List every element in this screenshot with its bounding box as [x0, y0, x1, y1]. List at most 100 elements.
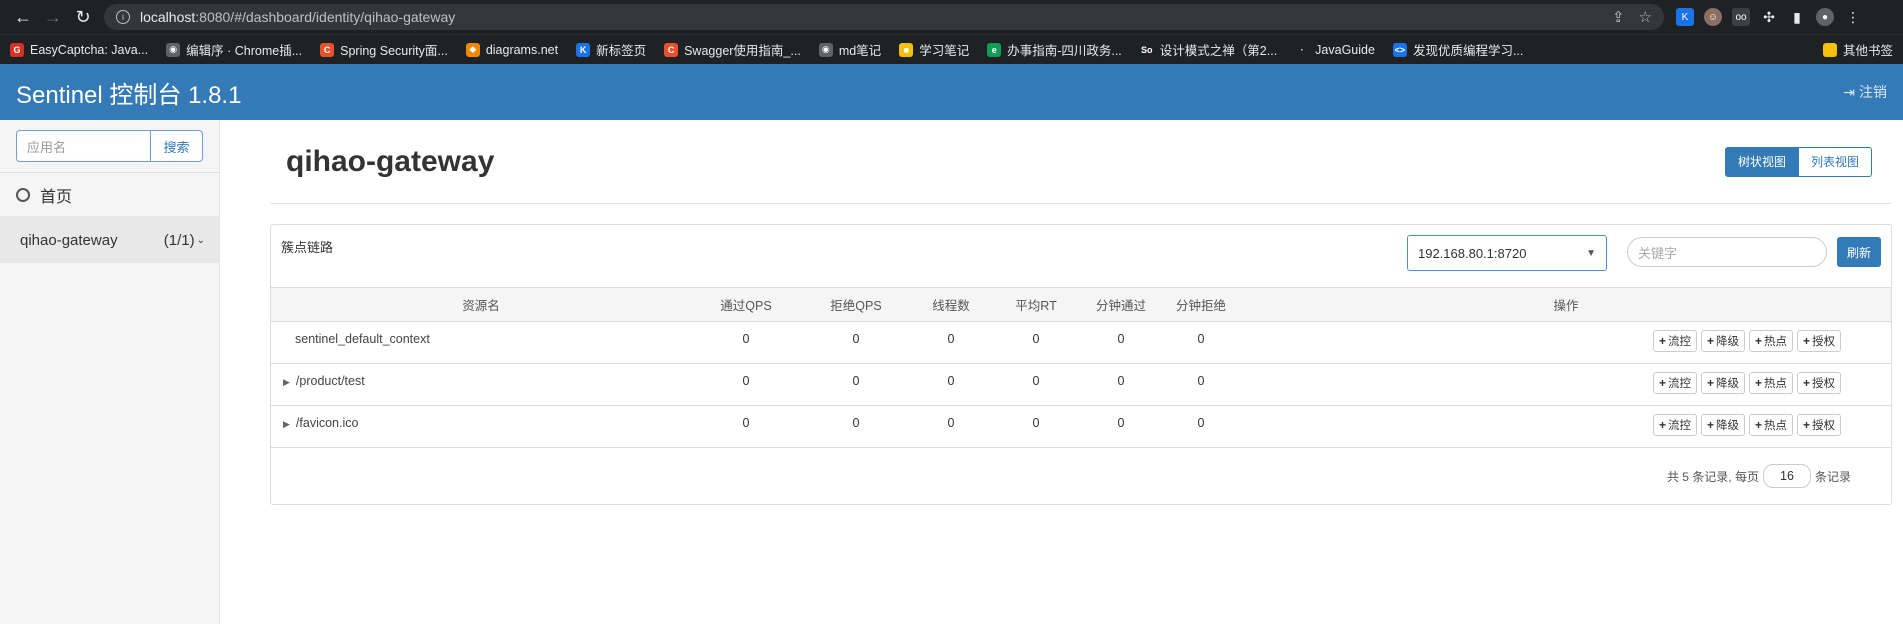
app-search-input[interactable]: 应用名 [16, 130, 150, 162]
bookmark-item[interactable]: ◉ 编辑序 · Chrome插... [166, 40, 302, 59]
plus-icon: + [1802, 376, 1810, 390]
resource-name-cell: ▶ /favicon.ico [271, 406, 691, 448]
main-content: qihao-gateway 树状视图 列表视图 簇点链路 192.168.80.… [220, 120, 1903, 624]
refresh-button[interactable]: 刷新 [1836, 237, 1881, 267]
bookmark-item[interactable]: C Spring Security面... [320, 40, 448, 59]
degrade-rule-button[interactable]: + 降级 [1700, 330, 1745, 352]
reload-icon[interactable]: ↻ [68, 2, 98, 32]
table-row: ▶/favicon.ico 0 0 0 0 0 0 + 流控 + 降级 + 热点 + 授权 [271, 406, 1891, 448]
op-label: 降级 [1715, 420, 1739, 432]
hotspot-rule-button[interactable]: + 热点 [1748, 372, 1793, 394]
auth-rule-button[interactable]: + 授权 [1796, 372, 1841, 394]
extensions-puzzle-icon[interactable]: ✣ [1760, 8, 1778, 26]
bookmark-item[interactable]: G EasyCaptcha: Java... [10, 42, 148, 57]
degrade-rule-button[interactable]: + 降级 [1700, 372, 1745, 394]
machine-select[interactable]: 192.168.80.1:8720 ▼ [1406, 235, 1607, 271]
bookmark-item[interactable]: So 设计模式之禅（第2... [1139, 40, 1278, 59]
flow-rule-button[interactable]: + 流控 [1652, 330, 1697, 352]
bookmark-item[interactable]: C Swagger使用指南_... [664, 40, 801, 59]
expand-triangle-icon[interactable]: ▶ [283, 419, 290, 429]
metric-cell: 0 [947, 332, 955, 346]
sidebar-app-count: (1/1) [163, 231, 195, 249]
bookmark-item[interactable]: ◆ diagrams.net [465, 42, 559, 57]
expand-triangle-icon[interactable]: ▶ [283, 377, 290, 387]
bookmark-item[interactable]: K 新标签页 [576, 40, 646, 59]
op-label: 流控 [1667, 420, 1691, 432]
column-header: 平均RT [991, 287, 1081, 322]
plus-icon: + [1754, 376, 1762, 390]
extension-k-icon[interactable]: K [1676, 8, 1694, 26]
bookmark-label: 设计模式之禅（第2... [1159, 44, 1278, 58]
plus-icon: + [1754, 334, 1762, 348]
resource-panel: 簇点链路 192.168.80.1:8720 ▼ 关键字 刷新 资源名 通过QPS… [270, 224, 1892, 505]
share-icon[interactable]: ⇪ [1612, 8, 1625, 26]
plus-icon: + [1706, 376, 1714, 390]
bookmark-label: 发现优质编程学习... [1412, 44, 1524, 58]
menu-dots-icon[interactable]: ⋮ [1844, 8, 1862, 26]
bookmark-label: 新标签页 [596, 44, 647, 58]
dashboard-icon [16, 187, 30, 202]
op-label: 热点 [1763, 336, 1787, 348]
op-label: 热点 [1763, 378, 1787, 390]
logout-icon: ⇥ [1843, 83, 1855, 100]
address-bar[interactable]: i localhost :8080/#/dashboard/identity/q… [104, 4, 1664, 30]
bookmark-item[interactable]: <> 发现优质编程学习... [1392, 40, 1524, 59]
view-toggle: 树状视图 列表视图 [1724, 146, 1872, 177]
bookmark-favicon-icon: · [1295, 42, 1310, 57]
flow-rule-button[interactable]: + 流控 [1652, 372, 1697, 394]
search-button[interactable]: 搜索 [149, 130, 203, 162]
degrade-rule-button[interactable]: + 降级 [1700, 414, 1745, 436]
side-panel-icon[interactable]: ▮ [1788, 8, 1806, 26]
metric-cell: 0 [1117, 332, 1125, 346]
other-bookmarks-label: 其他书签 [1842, 44, 1893, 58]
sidebar-item-home[interactable]: 首页 [0, 173, 219, 217]
op-label: 降级 [1715, 378, 1739, 390]
profile-avatar-icon[interactable]: ● [1816, 8, 1834, 26]
operations-cell: + 流控 + 降级 + 热点 + 授权 [1241, 406, 1891, 448]
bookmark-item[interactable]: e 办事指南-四川政务... [987, 40, 1122, 59]
logout-link[interactable]: ⇥ 注销 [1843, 82, 1887, 102]
sidebar-app-name: qihao-gateway [20, 231, 118, 249]
bookmark-item[interactable]: ◉ md笔记 [818, 40, 881, 59]
app-header: Sentinel 控制台 1.8.1 ⇥ 注销 [0, 64, 1903, 120]
resource-name: /favicon.ico [295, 416, 359, 430]
list-view-button[interactable]: 列表视图 [1798, 146, 1872, 177]
metric-cell: 0 [742, 416, 750, 430]
op-label: 流控 [1667, 336, 1691, 348]
extension-avatar-icon[interactable]: ☺ [1704, 8, 1722, 26]
back-icon[interactable]: ← [8, 2, 38, 32]
metric-cell: 0 [1032, 374, 1040, 388]
metric-cell: 0 [1117, 416, 1125, 430]
bookmark-item[interactable]: · JavaGuide [1295, 42, 1375, 57]
flow-rule-button[interactable]: + 流控 [1652, 414, 1697, 436]
chevron-down-icon: ⌄ [196, 234, 205, 246]
auth-rule-button[interactable]: + 授权 [1796, 330, 1841, 352]
bookmark-label: 学习笔记 [919, 44, 970, 58]
bookmark-star-icon[interactable]: ☆ [1639, 8, 1652, 26]
hotspot-rule-button[interactable]: + 热点 [1748, 414, 1793, 436]
plus-icon: + [1658, 418, 1666, 432]
site-info-icon[interactable]: i [116, 10, 130, 24]
bookmark-favicon-icon: e [987, 42, 1002, 57]
bookmarks-bar: G EasyCaptcha: Java... ◉ 编辑序 · Chrome插... C S… [0, 34, 1903, 64]
metric-cell: 0 [1197, 374, 1205, 388]
tree-view-button[interactable]: 树状视图 [1724, 146, 1799, 177]
keyword-input[interactable]: 关键字 [1626, 237, 1827, 267]
auth-rule-button[interactable]: + 授权 [1796, 414, 1841, 436]
page-size-input[interactable]: 16 [1762, 464, 1811, 488]
hotspot-rule-button[interactable]: + 热点 [1748, 330, 1793, 352]
metric-cell: 0 [1197, 416, 1205, 430]
bookmark-label: diagrams.net [485, 42, 559, 57]
bookmark-favicon-icon: C [664, 42, 679, 57]
metric-cell: 0 [852, 332, 860, 346]
op-label: 热点 [1763, 420, 1787, 432]
extension-glasses-icon[interactable]: oo [1732, 8, 1750, 26]
metric-cell: 0 [1032, 332, 1040, 346]
bookmark-label: 编辑序 · Chrome插... [186, 44, 303, 58]
other-bookmarks[interactable]: 其他书签 [1822, 40, 1893, 59]
sidebar-item-qihao-gateway[interactable]: qihao-gateway (1/1) ⌄ [0, 217, 219, 263]
bookmark-item[interactable]: ■ 学习笔记 [899, 40, 969, 59]
forward-icon[interactable]: → [38, 2, 68, 32]
bookmark-favicon-icon: C [320, 42, 335, 57]
machine-select-value: 192.168.80.1:8720 [1417, 245, 1527, 261]
